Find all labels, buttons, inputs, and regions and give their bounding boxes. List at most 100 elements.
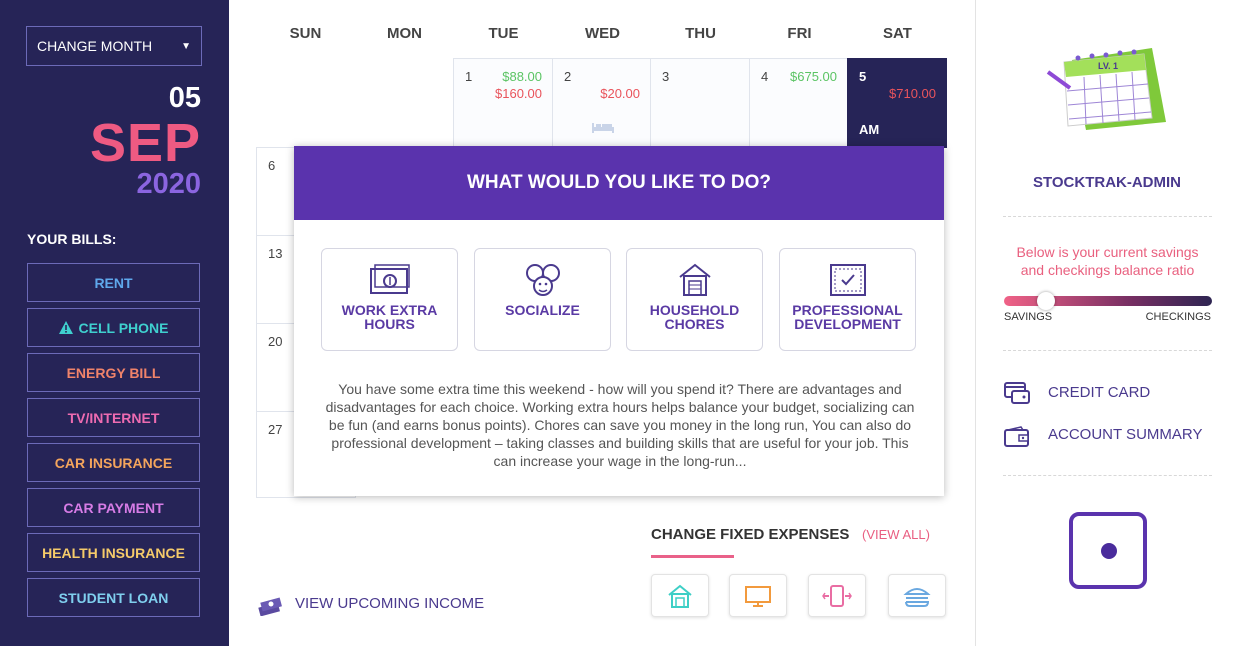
house-icon	[678, 263, 711, 296]
expense-amount: $710.00	[889, 86, 936, 101]
money-icon	[369, 264, 410, 294]
modal-title: WHAT WOULD YOU LIKE TO DO?	[294, 146, 944, 220]
day-number: 2	[564, 69, 572, 84]
calendar-day-cell[interactable]: 2 $20.00	[552, 58, 651, 148]
monitor-icon	[745, 585, 771, 607]
household-chores-option[interactable]: HOUSEHOLD CHORES	[626, 248, 763, 351]
option-label-line1: HOUSEHOLD	[649, 302, 740, 318]
faces-icon	[525, 264, 560, 296]
right-panel-divider	[975, 0, 976, 646]
phone-expense-button[interactable]	[808, 574, 866, 617]
divider	[1003, 216, 1212, 217]
day-number: 27	[268, 422, 283, 437]
weekday-fri: FRI	[787, 25, 812, 42]
weekday-sun: SUN	[289, 25, 322, 42]
activity-modal: WHAT WOULD YOU LIKE TO DO? WORK EXTRA HO…	[294, 146, 944, 496]
calendar-day-cell[interactable]: 3	[650, 58, 750, 148]
income-amount: $675.00	[790, 69, 837, 84]
bill-rent-button[interactable]: RENT	[27, 263, 200, 302]
bill-label: CELL PHONE	[78, 319, 169, 336]
heading-underline	[651, 555, 734, 558]
chevron-down-icon: ▼	[181, 40, 191, 52]
expense-amount: $160.00	[495, 86, 542, 101]
weekday-mon: MON	[387, 25, 422, 42]
dice-pip	[1101, 543, 1117, 559]
bill-label: TV/INTERNET	[67, 409, 160, 426]
money-stack-icon	[258, 597, 282, 616]
current-day: 05	[168, 82, 201, 114]
bills-heading: YOUR BILLS:	[27, 231, 117, 247]
current-month: SEP	[89, 113, 201, 173]
day-number: 20	[268, 334, 283, 349]
bill-label: RENT	[94, 274, 133, 291]
change-fixed-expenses-heading: CHANGE FIXED EXPENSES	[651, 526, 850, 543]
day-number: 1	[465, 69, 473, 84]
bill-tv-internet-button[interactable]: TV/INTERNET	[27, 398, 200, 437]
savings-checkings-slider-track	[1004, 296, 1212, 306]
username: STOCKTRAK-ADMIN	[1032, 174, 1182, 191]
bill-car-insurance-button[interactable]: CAR INSURANCE	[27, 443, 200, 482]
bill-label: CAR PAYMENT	[63, 499, 164, 516]
bill-energy-button[interactable]: ENERGY BILL	[27, 353, 200, 392]
change-month-select[interactable]: CHANGE MONTH ▼	[26, 26, 202, 66]
checkings-label: CHECKINGS	[1145, 311, 1211, 323]
bill-label: ENERGY BILL	[66, 364, 161, 381]
divider	[1003, 350, 1212, 351]
weekday-thu: THU	[685, 25, 716, 42]
bill-label: HEALTH INSURANCE	[42, 544, 185, 561]
phone-icon	[822, 584, 852, 607]
account-summary-label: ACCOUNT SUMMARY	[1048, 426, 1203, 443]
calendar-day-cell[interactable]: 1 $88.00 $160.00	[453, 58, 553, 148]
bed-icon	[592, 123, 614, 133]
option-label-line2: HOURS	[364, 316, 415, 332]
level-badge: LV. 1	[1098, 61, 1118, 71]
calendar-day-cell[interactable]: 4 $675.00	[749, 58, 848, 148]
work-extra-hours-option[interactable]: WORK EXTRA HOURS	[321, 248, 458, 351]
bill-student-loan-button[interactable]: STUDENT LOAN	[27, 578, 200, 617]
bill-car-payment-button[interactable]: CAR PAYMENT	[27, 488, 200, 527]
day-number: 5	[859, 69, 867, 84]
view-all-link[interactable]: (VIEW ALL)	[862, 527, 930, 542]
day-number: 6	[268, 158, 276, 173]
bill-label: CAR INSURANCE	[54, 454, 173, 471]
income-amount: $88.00	[502, 69, 542, 84]
savings-ratio-description: Below is your current savings and checki…	[1016, 244, 1199, 278]
utilities-expense-button[interactable]	[729, 574, 787, 617]
option-label-line1: PROFESSIONAL	[792, 302, 903, 318]
certificate-icon	[829, 264, 866, 296]
house-icon	[668, 584, 692, 608]
food-expense-button[interactable]	[888, 574, 946, 617]
option-label-line1: SOCIALIZE	[505, 302, 580, 318]
weekday-sat: SAT	[883, 25, 912, 42]
bill-cell-phone-button[interactable]: CELL PHONE	[27, 308, 200, 347]
expense-amount: $20.00	[600, 86, 640, 101]
calendar-level-icon: LV. 1	[1046, 48, 1166, 130]
day-note: AM	[859, 122, 880, 137]
burger-icon	[903, 587, 931, 607]
day-number: 13	[268, 246, 283, 261]
view-upcoming-income-label: VIEW UPCOMING INCOME	[295, 595, 485, 612]
change-month-label: CHANGE MONTH	[37, 38, 153, 54]
option-label-line1: WORK EXTRA	[341, 302, 438, 318]
dice-button[interactable]	[1069, 512, 1147, 589]
credit-card-icon	[1004, 382, 1030, 404]
modal-description: You have some extra time this weekend - …	[325, 381, 915, 469]
wallet-icon	[1004, 426, 1029, 447]
socialize-option[interactable]: SOCIALIZE	[474, 248, 611, 351]
warning-icon	[58, 321, 73, 334]
professional-development-option[interactable]: PROFESSIONAL DEVELOPMENT	[779, 248, 916, 351]
bill-label: STUDENT LOAN	[58, 589, 169, 606]
savings-label: SAVINGS	[1004, 311, 1053, 323]
calendar-day-cell-selected[interactable]: 5 $710.00 AM	[847, 58, 947, 148]
day-number: 3	[662, 69, 670, 84]
sidebar: CHANGE MONTH ▼ 05 SEP 2020 YOUR BILLS: R…	[0, 0, 229, 646]
bill-health-insurance-button[interactable]: HEALTH INSURANCE	[27, 533, 200, 572]
housing-expense-button[interactable]	[651, 574, 709, 617]
weekday-wed: WED	[585, 25, 620, 42]
day-number: 4	[761, 69, 769, 84]
savings-checkings-slider-knob[interactable]	[1036, 292, 1055, 310]
divider	[1003, 475, 1212, 476]
weekday-tue: TUE	[488, 25, 519, 42]
credit-card-label: CREDIT CARD	[1048, 384, 1151, 401]
option-label-line2: DEVELOPMENT	[794, 316, 901, 332]
